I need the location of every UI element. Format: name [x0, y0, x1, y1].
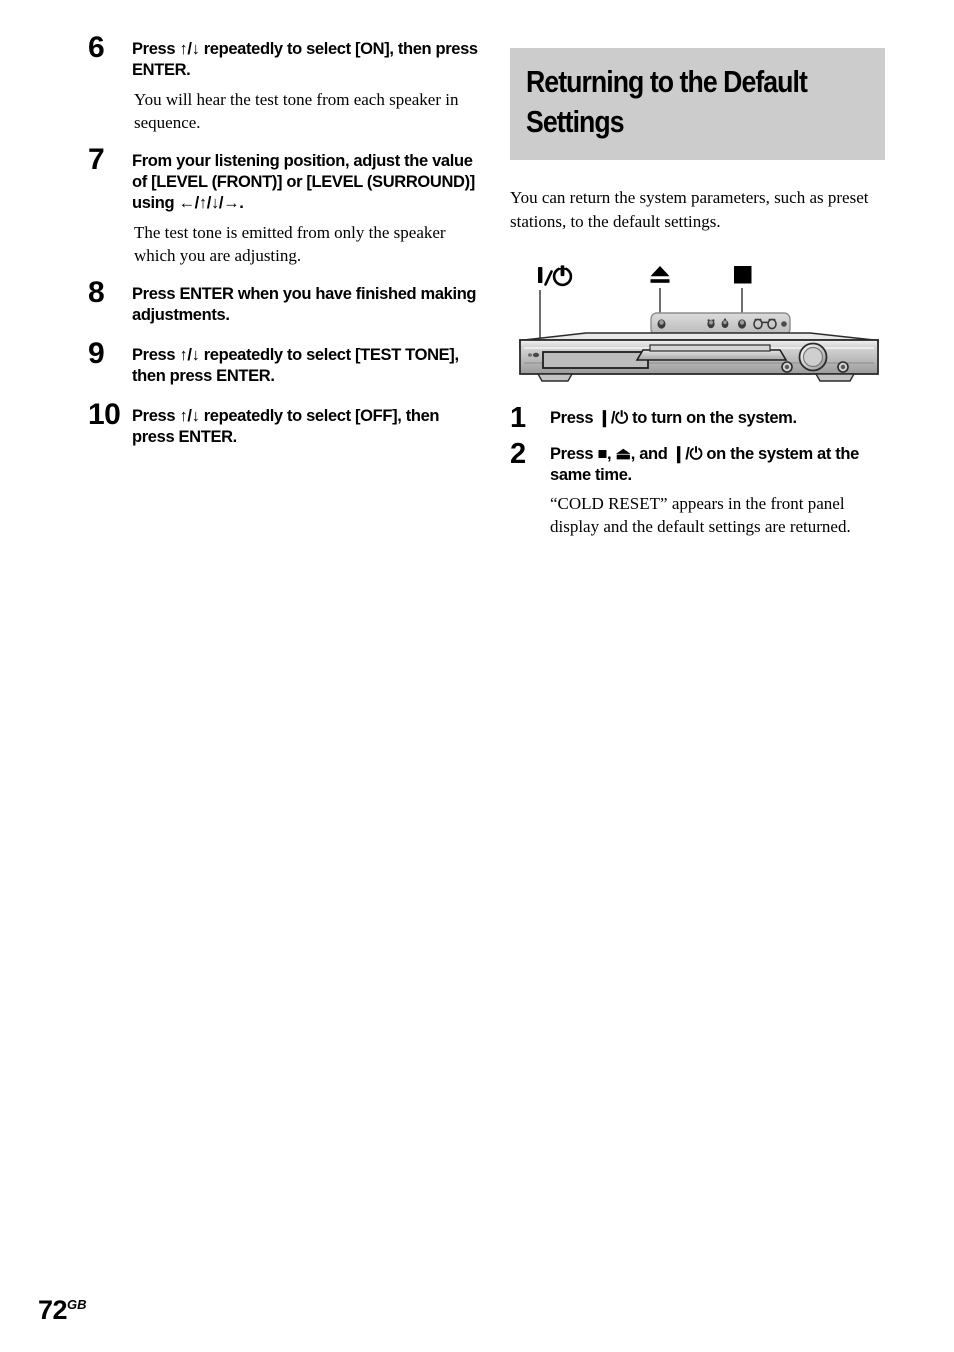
- step-number: 9: [88, 337, 105, 370]
- device-foot-left: [536, 373, 574, 382]
- section-heading-line-2: Settings: [526, 104, 625, 139]
- step-row: 6 Press ↑/↓ repeatedly to select [ON], t…: [88, 31, 478, 81]
- step-heading: Press ❙/⏻ to turn on the system.: [550, 409, 797, 427]
- reset-step-2: 2 Press ■, ⏏, and ❙/⏻ on the system at t…: [510, 440, 888, 538]
- step-number: 1: [510, 402, 526, 434]
- step-9: 9 Press ↑/↓ repeatedly to select [TEST T…: [88, 337, 478, 387]
- front-panel-illustration: [510, 260, 888, 390]
- step-number: 6: [88, 31, 105, 64]
- eject-symbol-icon: [650, 266, 670, 283]
- step-7: 7 From your listening position, adjust t…: [88, 143, 478, 267]
- step-number: 7: [88, 143, 105, 176]
- section-heading-band: Returning to the Default Settings: [510, 48, 885, 160]
- button-row-detail-box: [650, 312, 791, 336]
- device-power-button: [532, 352, 540, 358]
- front-panel-display: [542, 351, 649, 369]
- step-number: 10: [88, 398, 121, 431]
- step-heading: Press ↑/↓ repeatedly to select [TEST TON…: [132, 346, 459, 385]
- step-heading: Press ENTER when you have finished makin…: [132, 285, 477, 324]
- step-heading: From your listening position, adjust the…: [132, 152, 475, 212]
- step-body: The test tone is emitted from only the s…: [134, 223, 446, 265]
- step-number: 8: [88, 276, 105, 309]
- power-symbol-icon: [538, 264, 573, 287]
- step-row: 10 Press ↑/↓ repeatedly to select [OFF],…: [88, 398, 478, 448]
- page-region-code: GB: [67, 1297, 87, 1312]
- right-column: Returning to the Default Settings You ca…: [510, 48, 888, 550]
- step-8: 8 Press ENTER when you have finished mak…: [88, 276, 478, 326]
- step-number: 2: [510, 438, 526, 470]
- step-heading: Press ↑/↓ repeatedly to select [ON], the…: [132, 40, 478, 79]
- manual-page: 6 Press ↑/↓ repeatedly to select [ON], t…: [0, 0, 954, 1352]
- step-heading: Press ↑/↓ repeatedly to select [OFF], th…: [132, 407, 440, 446]
- left-column: 6 Press ↑/↓ repeatedly to select [ON], t…: [88, 31, 478, 448]
- page-number-value: 72: [38, 1295, 68, 1325]
- step-row: 7 From your listening position, adjust t…: [88, 143, 478, 214]
- step-row: 9 Press ↑/↓ repeatedly to select [TEST T…: [88, 337, 478, 387]
- section-intro-paragraph: You can return the system parameters, su…: [510, 188, 869, 231]
- step-row: 2 Press ■, ⏏, and ❙/⏻ on the system at t…: [510, 440, 888, 486]
- step-10: 10 Press ↑/↓ repeatedly to select [OFF],…: [88, 398, 478, 448]
- stop-symbol-icon: [734, 266, 752, 284]
- step-heading: Press ■, ⏏, and ❙/⏻ on the system at the…: [550, 445, 859, 484]
- device-foot-right: [814, 373, 856, 382]
- step-body: You will hear the test tone from each sp…: [134, 90, 459, 132]
- step-body: “COLD RESET” appears in the front panel …: [550, 494, 851, 536]
- reset-step-1: 1 Press ❙/⏻ to turn on the system.: [510, 402, 888, 434]
- section-heading-line-1: Returning to the Default: [526, 64, 808, 99]
- step-row: 1 Press ❙/⏻ to turn on the system.: [510, 402, 888, 434]
- page-number: 72GB: [38, 1297, 87, 1324]
- step-row: 8 Press ENTER when you have finished mak…: [88, 276, 478, 326]
- step-6: 6 Press ↑/↓ repeatedly to select [ON], t…: [88, 31, 478, 134]
- device-body: [519, 332, 879, 382]
